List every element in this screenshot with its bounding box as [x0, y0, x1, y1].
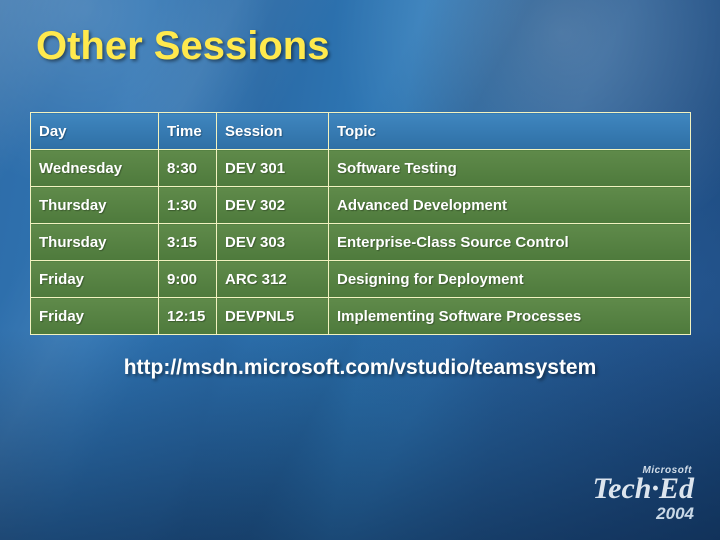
table-row: Thursday 3:15 DEV 303 Enterprise-Class S… — [30, 223, 691, 261]
cell-session: DEV 301 — [216, 149, 329, 187]
cell-topic: Designing for Deployment — [328, 260, 691, 298]
teched-logo: Microsoft Tech·Ed 2004 — [554, 465, 694, 522]
table-header: Day Time Session Topic — [30, 112, 691, 150]
page-title: Other Sessions — [36, 24, 330, 68]
cell-time: 9:00 — [158, 260, 217, 298]
teched-year: 2004 — [656, 504, 694, 523]
cell-time: 12:15 — [158, 297, 217, 335]
cell-session: ARC 312 — [216, 260, 329, 298]
cell-day: Friday — [30, 297, 159, 335]
cell-time: 1:30 — [158, 186, 217, 224]
msdn-url[interactable]: http://msdn.microsoft.com/vstudio/teamsy… — [0, 356, 720, 380]
cell-topic: Implementing Software Processes — [328, 297, 691, 335]
cell-time: 8:30 — [158, 149, 217, 187]
cell-day: Thursday — [30, 223, 159, 261]
table-row: Friday 9:00 ARC 312 Designing for Deploy… — [30, 260, 691, 298]
cell-time: 3:15 — [158, 223, 217, 261]
column-header-time: Time — [158, 112, 217, 150]
table-header-row: Day Time Session Topic — [30, 112, 691, 150]
cell-topic: Software Testing — [328, 149, 691, 187]
cell-topic: Enterprise-Class Source Control — [328, 223, 691, 261]
cell-session: DEV 303 — [216, 223, 329, 261]
cell-day: Thursday — [30, 186, 159, 224]
column-header-day: Day — [30, 112, 159, 150]
table-row: Thursday 1:30 DEV 302 Advanced Developme… — [30, 186, 691, 224]
table-body: Wednesday 8:30 DEV 301 Software Testing … — [30, 149, 691, 335]
column-header-topic: Topic — [328, 112, 691, 150]
cell-day: Friday — [30, 260, 159, 298]
cell-topic: Advanced Development — [328, 186, 691, 224]
sessions-table: Day Time Session Topic Wednesday 8:30 DE… — [30, 112, 691, 335]
sessions-table-container: Day Time Session Topic Wednesday 8:30 DE… — [30, 112, 691, 335]
teched-wordmark: Tech·Ed — [592, 472, 694, 505]
table-row: Friday 12:15 DEVPNL5 Implementing Softwa… — [30, 297, 691, 335]
cell-day: Wednesday — [30, 149, 159, 187]
cell-session: DEV 302 — [216, 186, 329, 224]
table-row: Wednesday 8:30 DEV 301 Software Testing — [30, 149, 691, 187]
column-header-session: Session — [216, 112, 329, 150]
slide: Other Sessions Day Time Session Topic We… — [0, 0, 720, 540]
cell-session: DEVPNL5 — [216, 297, 329, 335]
